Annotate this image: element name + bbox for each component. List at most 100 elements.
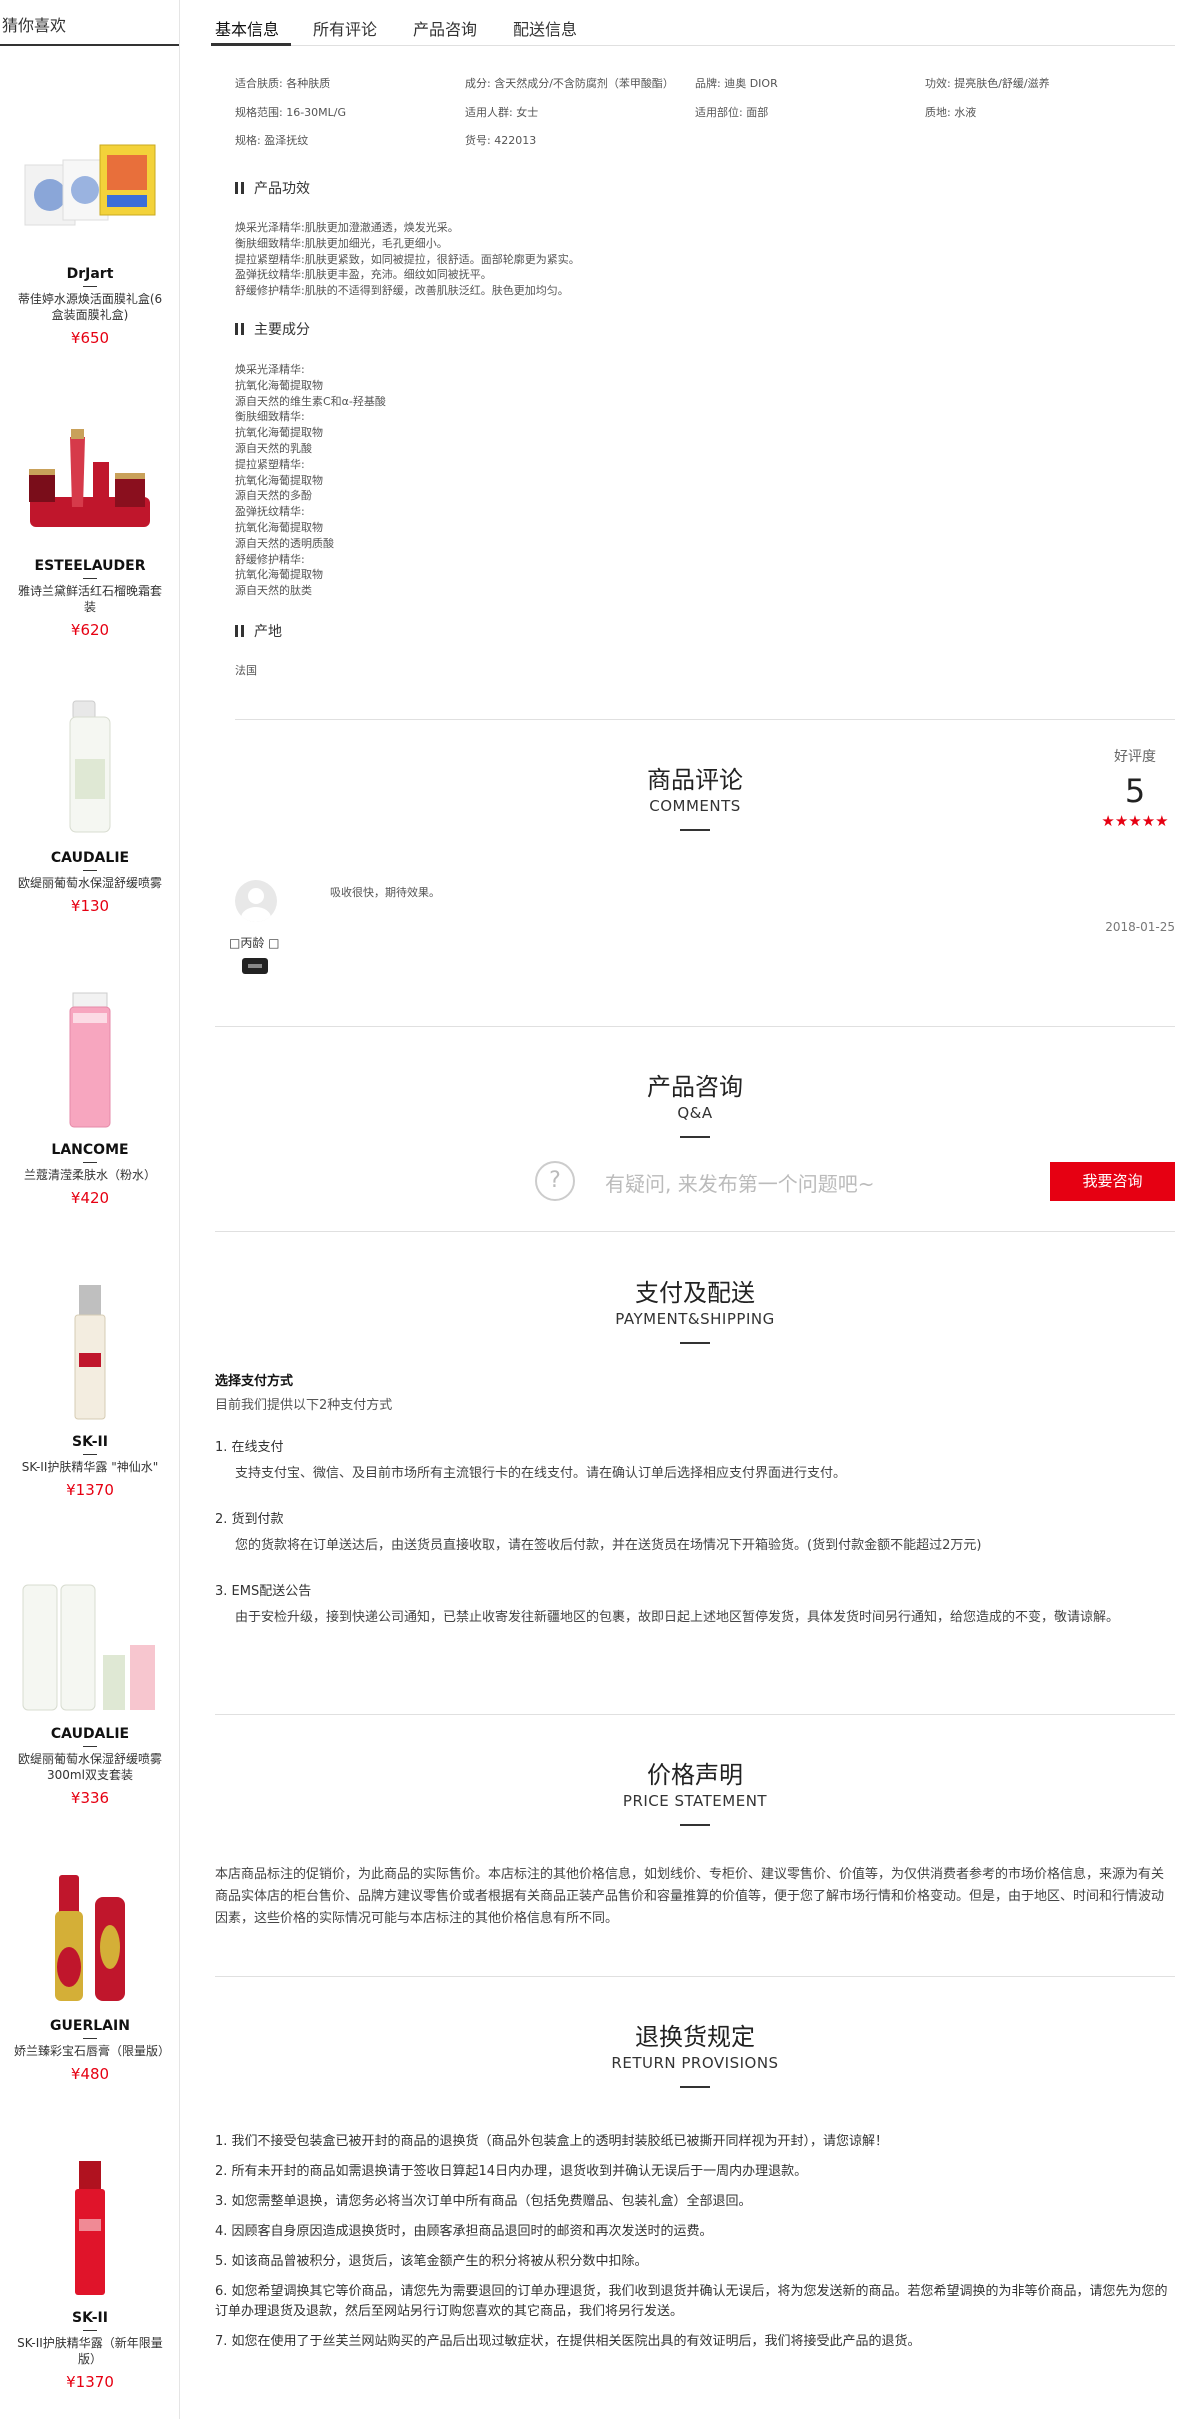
rec-item-drjart[interactable]: DrJart 蒂佳婷水源焕活面膜礼盒(6盒装面膜礼盒) ¥650 (0, 110, 180, 347)
divider (83, 1454, 97, 1455)
efficacy-line: 提拉紧塑精华:肌肤更紧致，如同被提拉，很舒适。面部轮廓更为紧实。 (235, 252, 580, 266)
product-image[interactable] (10, 2154, 170, 2304)
efficacy-line: 衡肤细致精华:肌肤更加细光，毛孔更细小。 (235, 236, 448, 250)
composition-line: 提拉紧塑精华: (235, 457, 305, 471)
rating-summary: 好评度 5 ★★★★★ (1095, 746, 1175, 830)
divider (83, 1162, 97, 1163)
section-divider (235, 719, 1175, 720)
review-username: □丙龄 □ (229, 936, 280, 950)
product-image[interactable] (10, 694, 170, 844)
divider (83, 578, 97, 579)
tab-all-comments[interactable]: 所有评论 (313, 16, 377, 40)
attr-spec: 规格: 盈泽抚纹 (235, 134, 309, 147)
product-image[interactable] (10, 1570, 170, 1720)
rec-item-skii[interactable]: SK-II SK-II护肤精华露 "神仙水" ¥1370 (0, 1278, 180, 1499)
rec-brand: DrJart (66, 266, 114, 282)
returns-item: 1. 我们不接受包装盒已被开封的商品的退换货（商品外包装盒上的透明封装胶纸已被撕… (215, 2134, 889, 2149)
attr-texture: 质地: 水液 (925, 106, 977, 119)
composition-line: 焕采光泽精华: (235, 363, 305, 376)
product-image[interactable] (10, 986, 170, 1136)
tab-basic-info[interactable]: 基本信息 (215, 16, 279, 40)
rec-name[interactable]: 蒂佳婷水源焕活面膜礼盒(6盒装面膜礼盒) (0, 291, 180, 323)
tab-shipping-info[interactable]: 配送信息 (513, 16, 577, 40)
tab-bar: 基本信息 所有评论 产品咨询 配送信息 (211, 0, 1175, 46)
rec-name[interactable]: 兰蔻清滢柔肤水（粉水） (0, 1167, 180, 1183)
returns-item: 6. 如您希望调换其它等价商品，请您先为需要退回的订单办理退货，我们收到退货并确… (215, 2284, 1168, 2319)
rec-name[interactable]: SK-II护肤精华露（新年限量版） (0, 2335, 180, 2367)
composition-line: 抗氧化海葡提取物 (235, 473, 323, 487)
composition-line: 源自天然的肽类 (235, 584, 312, 598)
payment-subheading: 目前我们提供以下2种支付方式 (215, 1398, 393, 1413)
rec-price: ¥650 (70, 329, 110, 347)
rec-name[interactable]: 雅诗兰黛鲜活红石榴晚霜套装 (0, 583, 180, 615)
origin-title: 产地 (254, 624, 282, 640)
rec-brand: ESTEELAUDER (34, 558, 146, 574)
section-divider (215, 1026, 1175, 1027)
section-marker-icon (235, 625, 244, 637)
composition-line: 抗氧化海葡提取物 (235, 520, 323, 534)
returns-item: 4. 因顾客自身原因造成退换货时，由顾客承担商品退回时的邮资和再次发送时的运费。 (215, 2224, 713, 2239)
payment-header: 支付及配送 PAYMENT&SHIPPING (215, 1273, 1175, 1344)
divider (83, 1746, 97, 1747)
divider (83, 2038, 97, 2039)
rec-name[interactable]: SK-II护肤精华露 "神仙水" (0, 1459, 180, 1475)
product-image[interactable] (10, 1278, 170, 1428)
shipping-notice-title: 3. EMS配送公告 (215, 1584, 312, 1599)
rating-score: 5 (1124, 772, 1146, 810)
rec-brand: CAUDALIE (50, 1726, 130, 1742)
rec-price: ¥620 (70, 621, 110, 639)
attr-item-no: 货号: 422013 (465, 134, 537, 147)
composition-line: 抗氧化海葡提取物 (235, 568, 323, 582)
composition-line: 源自天然的多酚 (235, 489, 312, 503)
active-tab-indicator (211, 43, 291, 46)
price-statement-subtitle: PRICE STATEMENT (622, 1792, 768, 1810)
product-image[interactable] (10, 402, 170, 552)
rec-brand: SK-II (72, 2310, 108, 2326)
section-marker-icon (235, 182, 244, 194)
attr-ingredients: 成分: 含天然成分/不含防腐剂（苯甲酸酯） (465, 77, 674, 90)
efficacy-line: 舒缓修护精华:肌肤的不适得到舒缓，改善肌肤泛红。肤色更加均匀。 (235, 284, 569, 298)
rec-brand: LANCOME (51, 1142, 129, 1158)
comments-subtitle: COMMENTS (649, 797, 741, 815)
returns-title: 退换货规定 (635, 2023, 755, 2051)
title-dash (680, 1136, 710, 1138)
question-icon: ? (535, 1161, 575, 1201)
rec-item-esteelauder[interactable]: ESTEELAUDER 雅诗兰黛鲜活红石榴晚霜套装 ¥620 (0, 402, 180, 639)
rec-item-skii-limited[interactable]: SK-II SK-II护肤精华露（新年限量版） ¥1370 (0, 2154, 180, 2391)
composition-title: 主要成分 (254, 322, 310, 338)
returns-list: 1. 我们不接受包装盒已被开封的商品的退换货（商品外包装盒上的透明封装胶纸已被撕… (215, 2132, 1175, 2362)
rec-name[interactable]: 欧缇丽葡萄水保湿舒缓喷雾 (0, 875, 180, 891)
product-image[interactable] (10, 1862, 170, 2012)
rec-item-caudalie-set[interactable]: CAUDALIE 欧缇丽葡萄水保湿舒缓喷雾300ml双支套装 ¥336 (0, 1570, 180, 1807)
returns-item: 2. 所有未开封的商品如需退换请于签收日算起14日内办理，退货收到并确认无误后于… (215, 2164, 808, 2179)
attr-audience: 适用人群: 女士 (465, 106, 539, 119)
rec-price: ¥1370 (66, 2373, 114, 2391)
efficacy-line: 盈弹抚纹精华:肌肤更丰盈，充沛。细纹如同被抚平。 (235, 268, 492, 282)
rec-item-caudalie[interactable]: CAUDALIE 欧缇丽葡萄水保湿舒缓喷雾 ¥130 (0, 694, 180, 915)
rec-item-lancome[interactable]: LANCOME 兰蔻清滢柔肤水（粉水） ¥420 (0, 986, 180, 1207)
attr-spec-range: 规格范围: 16-30ML/G (235, 106, 347, 119)
price-statement-header: 价格声明 PRICE STATEMENT (215, 1755, 1175, 1826)
product-image[interactable] (10, 110, 170, 260)
composition-heading: 主要成分 (235, 319, 310, 339)
rec-name[interactable]: 娇兰臻彩宝石唇膏（限量版） (0, 2043, 180, 2059)
tab-product-qa[interactable]: 产品咨询 (413, 16, 477, 40)
composition-line: 源自天然的维生素C和α-羟基酸 (235, 394, 386, 408)
payment-title: 支付及配送 (635, 1279, 755, 1307)
member-badge-icon (242, 958, 268, 974)
payment-method-title: 2. 货到付款 (215, 1512, 284, 1527)
payment-subtitle: PAYMENT&SHIPPING (615, 1310, 775, 1328)
comments-title: 商品评论 (647, 766, 743, 794)
payment-method-desc: 您的货款将在订单送达后，由送货员直接收取，请在签收后付款，并在送货员在场情况下开… (235, 1538, 982, 1553)
rating-label: 好评度 (1114, 749, 1156, 765)
rec-item-guerlain[interactable]: GUERLAIN 娇兰臻彩宝石唇膏（限量版） ¥480 (0, 1862, 180, 2083)
rec-brand: SK-II (72, 1434, 108, 1450)
title-dash (680, 1824, 710, 1826)
price-statement-text: 本店商品标注的促销价，为此商品的实际售价。本店标注的其他价格信息，如划线价、专柜… (215, 1867, 1165, 1926)
composition-line: 舒缓修护精华: (235, 552, 305, 566)
payment-heading: 选择支付方式 (215, 1374, 294, 1389)
rec-name[interactable]: 欧缇丽葡萄水保湿舒缓喷雾300ml双支套装 (0, 1751, 180, 1783)
review-date: 2018-01-25 (1105, 920, 1175, 934)
ask-question-button[interactable]: 我要咨询 (1050, 1162, 1175, 1201)
qa-empty-prompt: 有疑问, 来发布第一个问题吧~ (605, 1172, 875, 1196)
